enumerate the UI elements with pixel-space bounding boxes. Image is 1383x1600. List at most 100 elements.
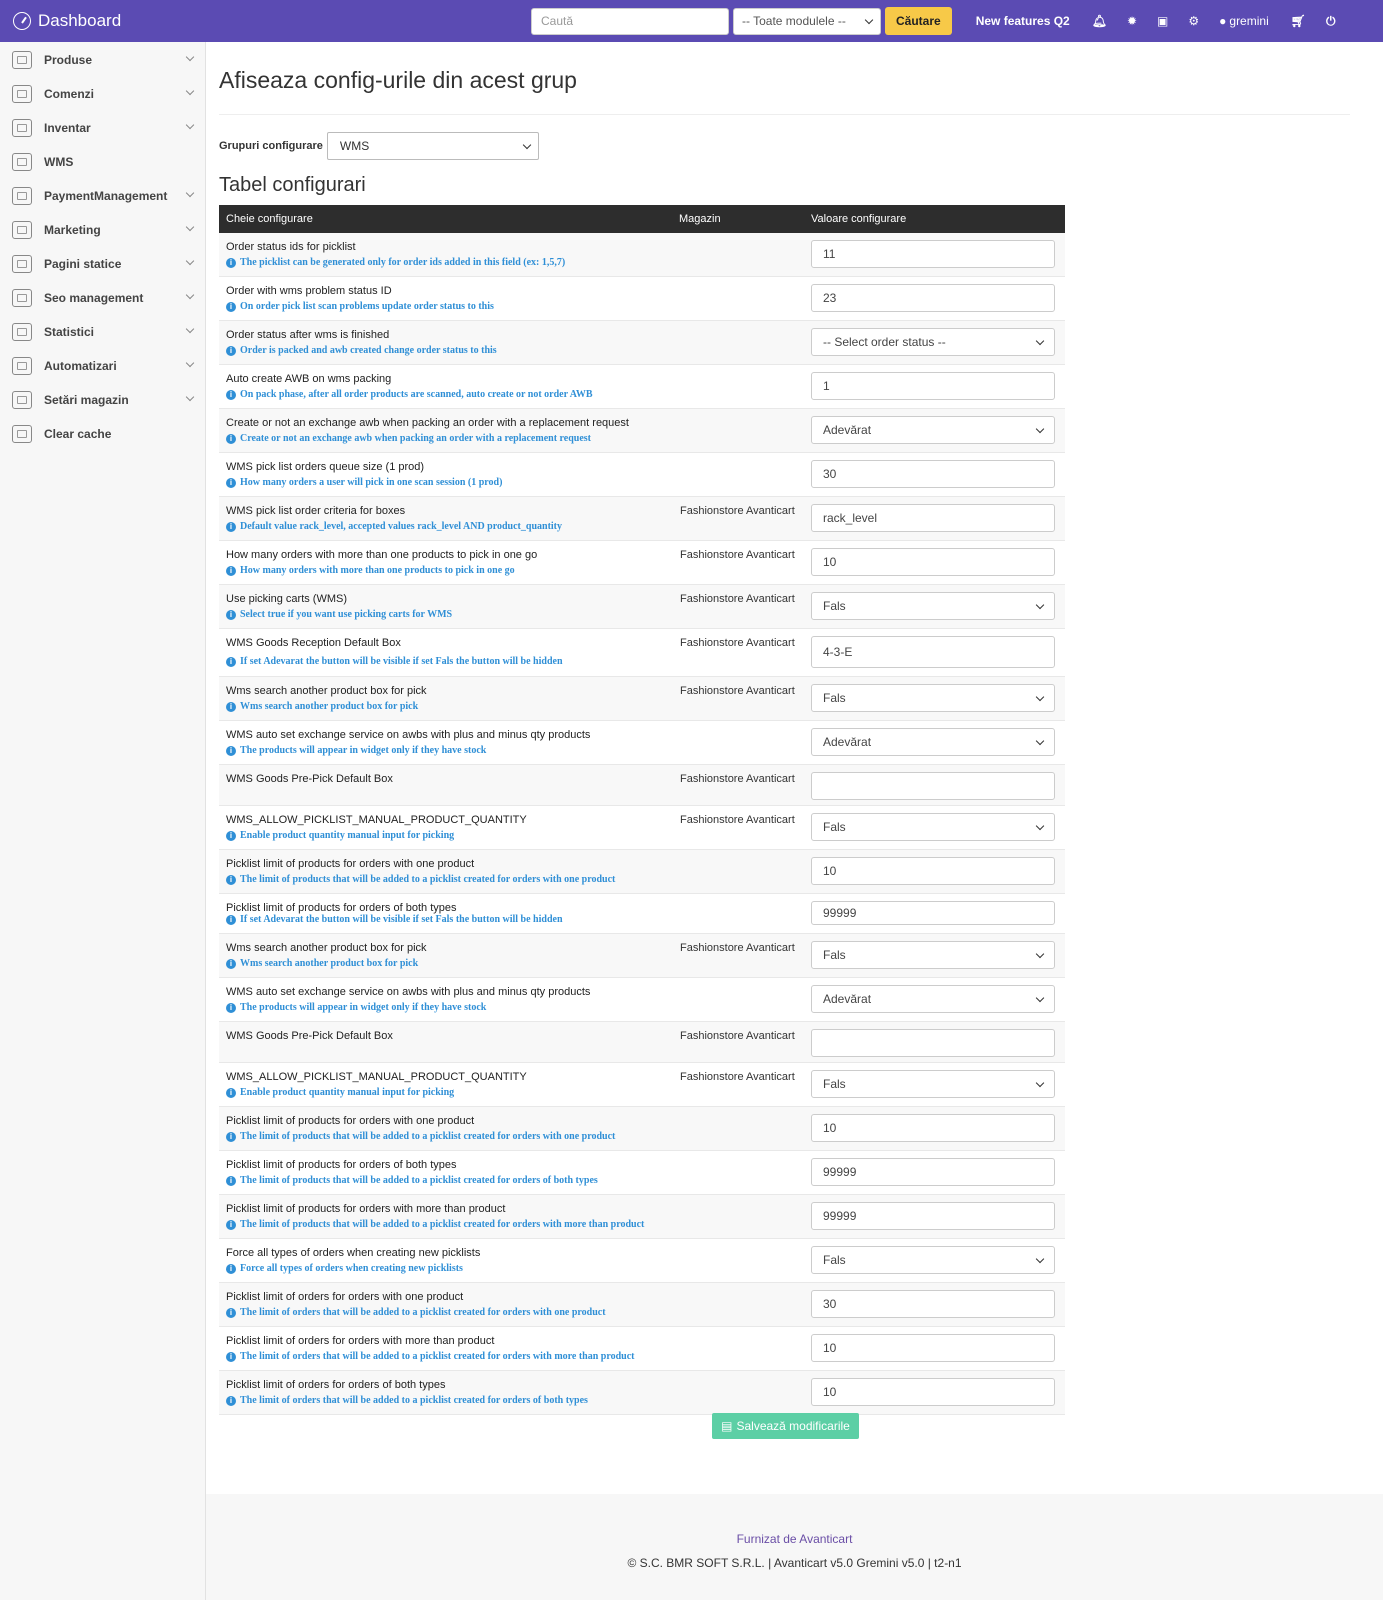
sidebar-item-comenzi[interactable]: Comenzi <box>0 77 205 111</box>
sidebar-item-automatizari[interactable]: Automatizari <box>0 349 205 383</box>
sidebar-item-wms[interactable]: WMS <box>0 145 205 179</box>
table-row: Wms search another product box for pick i… <box>219 934 1065 978</box>
footer-provided-by[interactable]: Furnizat de Avanticart <box>206 1532 1383 1546</box>
table-row: Order with wms problem status ID i On orde… <box>219 277 1065 321</box>
sidebar-item-label: Inventar <box>44 121 91 135</box>
config-value-input[interactable]: 99999 <box>811 1158 1055 1186</box>
config-value-input[interactable]: 23 <box>811 284 1055 312</box>
config-key: Use picking carts (WMS) <box>226 593 348 605</box>
config-value-input[interactable]: 10 <box>811 1114 1055 1142</box>
config-value-input[interactable]: rack_level <box>811 504 1055 532</box>
config-hint-text: If set Adevarat the button will be visib… <box>240 914 563 925</box>
config-value-select[interactable]: -- Select order status -- <box>811 328 1055 356</box>
cache-icon <box>12 425 32 443</box>
sidebar-item-inventar[interactable]: Inventar <box>0 111 205 145</box>
search-button[interactable]: Căutare <box>885 7 952 35</box>
chevron-down-icon <box>1035 600 1045 609</box>
sidebar-item-clear-cache[interactable]: Clear cache <box>0 417 205 451</box>
save-button[interactable]: ▤ Salvează modificarile <box>712 1413 859 1439</box>
config-value-input[interactable] <box>811 772 1055 800</box>
config-hint: i Order is packed and awb created change … <box>226 345 497 356</box>
config-value-select[interactable]: Adevărat <box>811 728 1055 756</box>
chevron-down-icon <box>185 120 195 130</box>
modules-select-value: -- Toate modulele -- <box>742 14 846 28</box>
info-icon: i <box>226 1263 236 1274</box>
config-value-select[interactable]: Fals <box>811 1246 1055 1274</box>
config-value-input[interactable]: 11 <box>811 240 1055 268</box>
search-input[interactable]: Caută <box>531 7 729 35</box>
config-value-input[interactable]: 30 <box>811 460 1055 488</box>
config-value-input[interactable] <box>811 1029 1055 1057</box>
table-row: WMS auto set exchange service on awbs wi… <box>219 978 1065 1022</box>
info-icon: i <box>226 1219 236 1230</box>
power-icon[interactable]: ⏻ <box>1326 14 1336 29</box>
table-row: How many orders with more than one produ… <box>219 541 1065 585</box>
config-hint: i Select true if you want use picking car… <box>226 609 452 620</box>
sidebar-item-marketing[interactable]: Marketing <box>0 213 205 247</box>
config-key: Picklist limit of products for orders wi… <box>226 1203 506 1215</box>
config-value-select[interactable]: Adevărat <box>811 416 1055 444</box>
config-hint: i The products will appear in widget only… <box>226 1002 486 1013</box>
info-icon: i <box>226 301 236 312</box>
config-hint-text: Default value rack_level, accepted value… <box>240 521 563 532</box>
info-icon: i <box>226 745 236 756</box>
chevron-down-icon <box>185 358 195 368</box>
info-icon: i <box>226 433 236 444</box>
config-hint: i Force all types of orders when creating… <box>226 1263 463 1274</box>
bug-icon[interactable]: ✹ <box>1127 14 1137 28</box>
config-hint-text: Order is packed and awb created change o… <box>240 345 497 356</box>
info-icon: i <box>226 257 236 268</box>
config-hint: i If set Adevarat the button will be visi… <box>226 656 563 667</box>
config-hint-text: Enable product quantity manual input for… <box>240 830 455 841</box>
config-key: WMS Goods Reception Default Box <box>226 637 401 649</box>
cart-icon[interactable]: 🛒︎ <box>1291 14 1306 28</box>
config-store: Fashionstore Avanticart <box>680 814 795 826</box>
new-features-link[interactable]: New features Q2 <box>976 14 1070 28</box>
config-value: 99999 <box>823 906 857 920</box>
config-value: Fals <box>823 1077 846 1091</box>
gear-icon[interactable]: ⚙︎ <box>1188 14 1199 28</box>
config-value-select[interactable]: Fals <box>811 592 1055 620</box>
table-row: Picklist limit of orders for orders with… <box>219 1327 1065 1371</box>
config-value-input[interactable]: 99999 <box>811 1202 1055 1230</box>
sidebar-item-pagini-statice[interactable]: Pagini statice <box>0 247 205 281</box>
config-value-select[interactable]: Adevărat <box>811 985 1055 1013</box>
config-value-input[interactable]: 10 <box>811 857 1055 885</box>
sidebar-item-label: Automatizari <box>44 359 117 373</box>
info-icon: i <box>226 874 236 885</box>
config-value-select[interactable]: Fals <box>811 1070 1055 1098</box>
config-group-select[interactable]: WMS <box>326 132 539 160</box>
page-icon <box>12 255 32 273</box>
chevron-down-icon <box>185 52 195 62</box>
user-menu[interactable]: ● gremini <box>1219 14 1269 28</box>
config-value-input[interactable]: 10 <box>811 548 1055 576</box>
bell-icon[interactable]: 🔔︎ <box>1092 14 1107 28</box>
modules-select[interactable]: -- Toate modulele -- <box>733 7 881 35</box>
config-value-input[interactable]: 1 <box>811 372 1055 400</box>
chevron-down-icon <box>1035 821 1045 830</box>
config-value-input[interactable]: 10 <box>811 1378 1055 1406</box>
sidebar-item-statistici[interactable]: Statistici <box>0 315 205 349</box>
briefcase-icon[interactable]: ▣ <box>1157 14 1168 28</box>
chevron-down-icon <box>185 86 195 96</box>
sidebar-item-paymentmanagement[interactable]: PaymentManagement <box>0 179 205 213</box>
brand[interactable]: Dashboard <box>0 11 520 31</box>
config-key: Picklist limit of products for orders of… <box>226 1159 457 1171</box>
config-value-select[interactable]: Fals <box>811 941 1055 969</box>
sidebar-item-produse[interactable]: Produse <box>0 43 205 77</box>
config-hint: i How many orders with more than one prod… <box>226 565 515 576</box>
config-store: Fashionstore Avanticart <box>680 637 795 649</box>
config-value-input[interactable]: 4-3-E <box>811 636 1055 668</box>
sidebar-item-set-ri-magazin[interactable]: Setări magazin <box>0 383 205 417</box>
sidebar-item-seo-management[interactable]: Seo management <box>0 281 205 315</box>
config-value-select[interactable]: Fals <box>811 813 1055 841</box>
config-value-input[interactable]: 99999 <box>811 901 1055 925</box>
config-value-select[interactable]: Fals <box>811 684 1055 712</box>
config-value: 10 <box>823 864 837 878</box>
config-store: Fashionstore Avanticart <box>680 942 795 954</box>
config-value-input[interactable]: 30 <box>811 1290 1055 1318</box>
info-icon: i <box>226 389 236 400</box>
config-value-input[interactable]: 10 <box>811 1334 1055 1362</box>
config-hint: i Wms search another product box for pick <box>226 701 418 712</box>
config-value: -- Select order status -- <box>823 335 946 349</box>
